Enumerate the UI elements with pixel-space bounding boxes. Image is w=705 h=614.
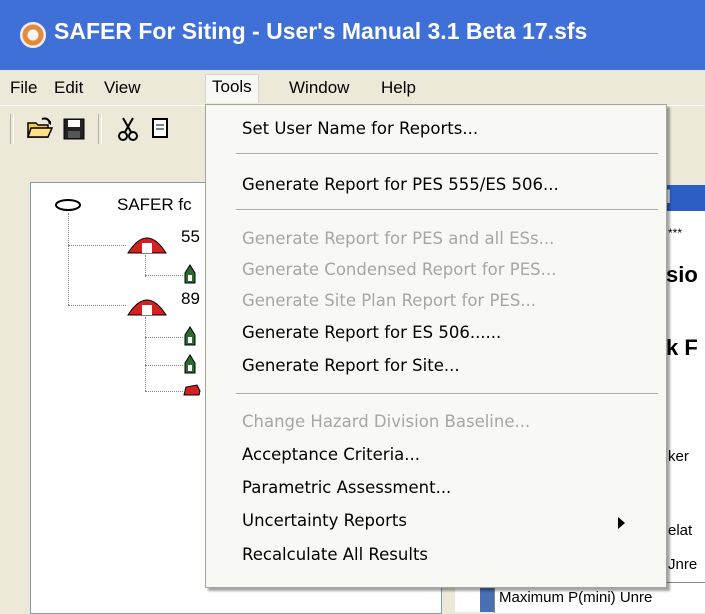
menu-bar: File Edit View Tools Window Help [0,70,705,104]
cut-icon[interactable] [112,114,144,144]
menu-edit[interactable]: Edit [48,76,89,100]
tree-line [68,305,126,306]
tools-menu: Set User Name for Reports... Generate Re… [205,104,667,588]
window-title: SAFER For Siting - User's Manual 3.1 Bet… [54,18,588,44]
tree-line [145,275,183,276]
es-node-icon[interactable] [183,263,197,285]
tree-node-1-label[interactable]: 55 [181,227,200,247]
menu-help[interactable]: Help [375,76,422,100]
menu-item-acceptance-criteria[interactable]: Acceptance Criteria... [242,445,420,464]
tree-line [145,317,146,391]
menu-separator [236,393,658,395]
menu-separator [236,153,658,155]
menu-file[interactable]: File [4,76,43,100]
open-icon[interactable] [24,114,56,144]
tree-line [145,255,146,277]
menu-view[interactable]: View [98,76,147,100]
menu-item-parametric-assessment[interactable]: Parametric Assessment... [242,478,451,497]
tree-line [68,245,126,246]
menu-item-change-hazard-baseline: Change Hazard Division Baseline... [242,412,531,431]
menu-item-recalculate-all[interactable]: Recalculate All Results [242,545,428,564]
submenu-arrow-icon [618,517,625,529]
tree-line [145,391,183,392]
report-heading-2: k F [666,335,698,360]
app-icon[interactable] [20,22,46,48]
menu-tools[interactable]: Tools [205,74,259,103]
menu-item-report-es-506[interactable]: Generate Report for ES 506...... [242,323,501,342]
menu-item-set-user-name[interactable]: Set User Name for Reports... [242,119,478,138]
es-node-icon[interactable] [183,353,197,375]
pes-node-icon[interactable] [126,229,168,255]
copy-icon[interactable] [144,114,176,144]
es-node-icon[interactable] [183,325,197,347]
tree-line [145,337,183,338]
report-stars: *** [668,226,683,240]
report-text-2: elat [668,522,693,539]
menu-item-report-pes-all: Generate Report for PES and all ESs... [242,229,555,248]
menu-item-uncertainty-reports[interactable]: Uncertainty Reports [242,511,407,530]
vehicle-node-icon[interactable] [183,383,201,397]
menu-window[interactable]: Window [283,76,355,100]
menu-separator [236,209,658,211]
menu-item-site-plan-report: Generate Site Plan Report for PES... [242,291,537,310]
toolbar-separator [98,114,102,144]
report-text-1: ker [668,448,689,465]
report-text-3: Jnre [668,556,698,573]
tree-node-2-label[interactable]: 89 [181,289,200,309]
menu-item-report-pes-555[interactable]: Generate Report for PES 555/ES 506... [242,175,559,194]
menu-item-report-site[interactable]: Generate Report for Site... [242,356,460,375]
save-icon[interactable] [58,114,90,144]
tree-root-label[interactable]: SAFER fc [117,195,192,215]
root-node-icon [55,199,81,211]
title-bar: SAFER For Siting - User's Manual 3.1 Bet… [0,0,705,70]
tree-line [145,365,183,366]
report-heading-1: sio [666,262,698,287]
tree-line [68,213,69,305]
report-bottom-row: Maximum P(mini) Unre [499,589,653,606]
pes-node-icon[interactable] [126,291,168,317]
menu-item-condensed-report: Generate Condensed Report for PES... [242,260,557,279]
toolbar-grip [10,114,14,144]
